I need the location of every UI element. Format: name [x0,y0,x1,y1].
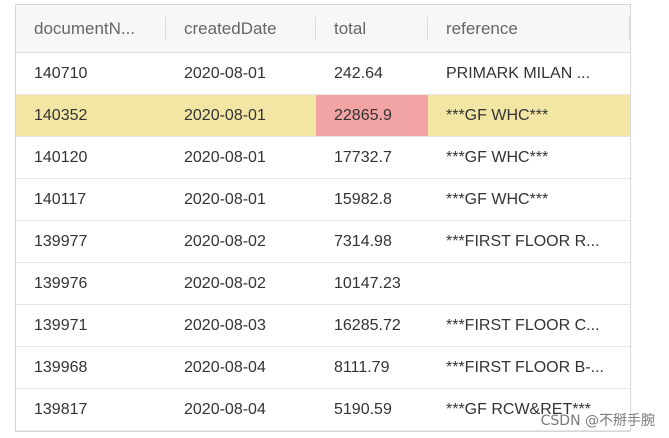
cell-reference: ***GF WHC*** [428,95,630,136]
table-header-row: documentN... createdDate total reference [16,5,630,53]
column-header-label: createdDate [184,18,277,38]
cell-text: 242.64 [334,64,383,82]
cell-total: 15982.8 [316,179,428,220]
cell-text: ***GF WHC*** [446,148,549,166]
column-header-total[interactable]: total [316,5,428,52]
watermark: CSDN @不掰手腕 [540,413,655,429]
cell-createddate: 2020-08-02 [166,263,316,304]
cell-text: 5190.59 [334,400,392,418]
cell-text: 2020-08-01 [184,148,266,166]
cell-text: 140710 [34,64,88,82]
cell-text: 16285.72 [334,316,401,334]
cell-total: 8111.79 [316,347,428,388]
cell-text: ***FIRST FLOOR B-... [446,358,604,376]
cell-documentnumber: 139817 [16,389,166,430]
cell-createddate: 2020-08-01 [166,95,316,136]
cell-text: 2020-08-03 [184,316,266,334]
table-row[interactable]: 139976 2020-08-02 10147.23 [16,263,630,305]
cell-text: 2020-08-01 [184,106,266,124]
cell-createddate: 2020-08-04 [166,347,316,388]
cell-text: 2020-08-02 [184,232,266,250]
cell-documentnumber: 140117 [16,179,166,220]
cell-text: 10147.23 [334,274,401,292]
cell-text: 140352 [34,106,88,124]
cell-text: PRIMARK MILAN ... [446,64,591,82]
cell-reference: PRIMARK MILAN ... [428,53,630,94]
cell-text: 139976 [34,274,88,292]
column-header-documentnumber[interactable]: documentN... [16,5,166,52]
cell-documentnumber: 139968 [16,347,166,388]
cell-text: 139977 [34,232,88,250]
table-row[interactable]: 140120 2020-08-01 17732.7 ***GF WHC*** [16,137,630,179]
cell-text: 22865.9 [334,106,392,124]
cell-reference: ***FIRST FLOOR R... [428,221,630,262]
cell-total: 242.64 [316,53,428,94]
table-row[interactable]: 139971 2020-08-03 16285.72 ***FIRST FLOO… [16,305,630,347]
table-row[interactable]: 139968 2020-08-04 8111.79 ***FIRST FLOOR… [16,347,630,389]
cell-documentnumber: 139977 [16,221,166,262]
cell-text: 2020-08-04 [184,400,266,418]
table-row[interactable]: 139977 2020-08-02 7314.98 ***FIRST FLOOR… [16,221,630,263]
cell-text: 2020-08-04 [184,358,266,376]
cell-documentnumber: 140120 [16,137,166,178]
cell-total-highlighted: 22865.9 [316,95,428,136]
cell-createddate: 2020-08-03 [166,305,316,346]
cell-text: 17732.7 [334,148,392,166]
cell-text: 7314.98 [334,232,392,250]
cell-total: 10147.23 [316,263,428,304]
cell-createddate: 2020-08-04 [166,389,316,430]
cell-text: ***FIRST FLOOR C... [446,316,600,334]
cell-text: ***GF WHC*** [446,106,549,124]
cell-total: 16285.72 [316,305,428,346]
cell-text: 2020-08-01 [184,190,266,208]
table-row-selected[interactable]: 140352 2020-08-01 22865.9 ***GF WHC*** [16,95,630,137]
cell-reference: ***GF WHC*** [428,179,630,220]
cell-createddate: 2020-08-02 [166,221,316,262]
cell-text: 140120 [34,148,88,166]
cell-text: 140117 [34,190,87,208]
cell-text: 15982.8 [334,190,392,208]
data-grid: documentN... createdDate total reference… [15,4,631,432]
cell-text: 2020-08-02 [184,274,266,292]
cell-reference: ***FIRST FLOOR C... [428,305,630,346]
cell-text: ***GF WHC*** [446,190,549,208]
table-row[interactable]: 140710 2020-08-01 242.64 PRIMARK MILAN .… [16,53,630,95]
column-header-createddate[interactable]: createdDate [166,5,316,52]
cell-text: 8111.79 [334,358,390,376]
column-header-label: reference [446,18,518,38]
column-header-label: documentN... [34,18,136,38]
cell-documentnumber: 140352 [16,95,166,136]
cell-text: 139817 [34,400,88,418]
cell-total: 5190.59 [316,389,428,430]
cell-documentnumber: 139976 [16,263,166,304]
cell-reference [428,263,630,304]
cell-reference: ***GF WHC*** [428,137,630,178]
cell-createddate: 2020-08-01 [166,53,316,94]
cell-reference: ***FIRST FLOOR B-... [428,347,630,388]
cell-text: 139968 [34,358,88,376]
table-row[interactable]: 139817 2020-08-04 5190.59 ***GF RCW&RET*… [16,389,630,431]
cell-text: 2020-08-01 [184,64,266,82]
cell-createddate: 2020-08-01 [166,137,316,178]
cell-total: 7314.98 [316,221,428,262]
cell-documentnumber: 139971 [16,305,166,346]
cell-createddate: 2020-08-01 [166,179,316,220]
cell-text: 139971 [34,316,88,334]
cell-total: 17732.7 [316,137,428,178]
table-row[interactable]: 140117 2020-08-01 15982.8 ***GF WHC*** [16,179,630,221]
cell-text: ***FIRST FLOOR R... [446,232,600,250]
column-header-label: total [334,18,367,38]
column-header-reference[interactable]: reference [428,5,630,52]
cell-documentnumber: 140710 [16,53,166,94]
